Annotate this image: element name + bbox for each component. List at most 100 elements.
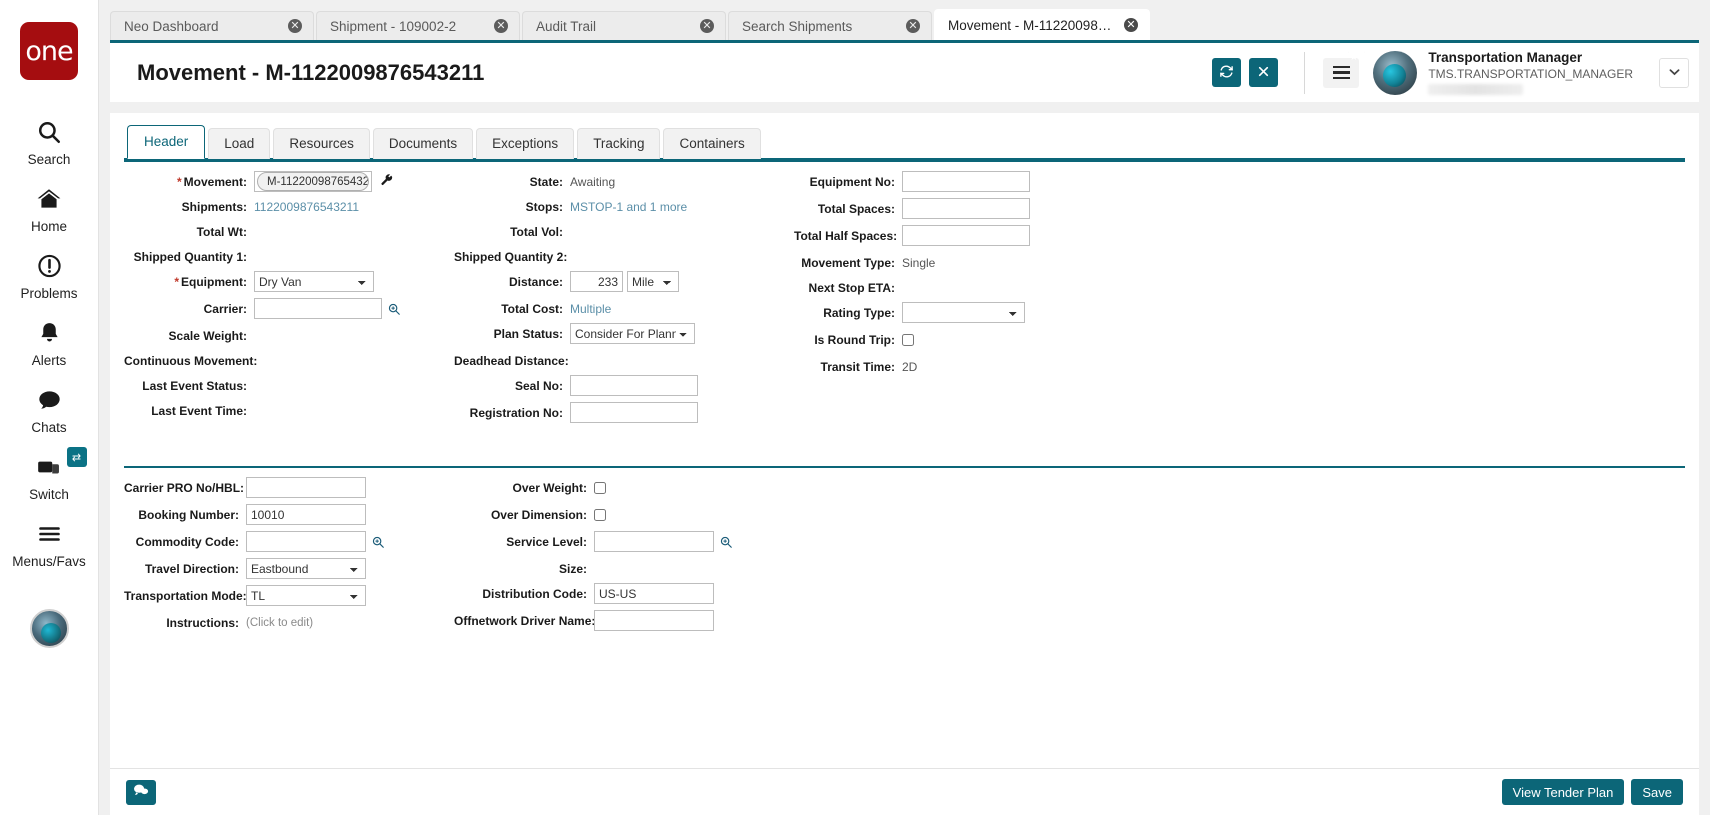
browser-tab-label: Shipment - 109002-2	[330, 19, 456, 34]
field-rating-type: Rating Type:	[794, 302, 1154, 323]
view-tender-plan-button[interactable]: View Tender Plan	[1502, 779, 1625, 805]
movement-pill: M-1122009876543211 (	[257, 172, 369, 191]
registration-no-input[interactable]	[570, 402, 698, 423]
sidebar-item-chats[interactable]: Chats	[0, 374, 99, 441]
service-level-input[interactable]	[594, 531, 714, 552]
field-label: Carrier PRO No/HBL:	[124, 481, 246, 495]
commodity-code-input[interactable]	[246, 531, 366, 552]
field-total-cost: Total Cost: Multiple	[454, 298, 794, 319]
magnify-icon[interactable]	[387, 302, 401, 316]
chat-button[interactable]	[126, 780, 156, 805]
stops-link[interactable]: MSTOP-1 and 1 more	[570, 200, 687, 214]
tab-containers[interactable]: Containers	[663, 128, 760, 159]
field-is-round-trip: Is Round Trip:	[794, 329, 1154, 350]
total-half-spaces-input[interactable]	[902, 225, 1030, 246]
sidebar-item-home[interactable]: Home	[0, 173, 99, 240]
instructions-edit-hint[interactable]: (Click to edit)	[246, 617, 313, 629]
field-label: Last Event Time:	[124, 404, 254, 418]
browser-tab-search-shipments[interactable]: Search Shipments ✕	[728, 11, 932, 40]
tab-resources[interactable]: Resources	[273, 128, 370, 159]
sidebar-item-menus-favs[interactable]: Menus/Favs	[0, 508, 99, 575]
field-label: Seal No:	[454, 379, 570, 393]
wrench-icon[interactable]	[380, 173, 394, 190]
browser-tab-movement[interactable]: Movement - M-11220098765432... ✕	[934, 9, 1150, 40]
field-label: Travel Direction:	[124, 562, 246, 576]
required-marker: *	[174, 275, 179, 289]
equipment-no-input[interactable]	[902, 171, 1030, 192]
field-service-level: Service Level:	[454, 531, 794, 552]
avatar[interactable]	[1373, 51, 1417, 95]
field-value: Single	[902, 256, 935, 270]
tab-tracking[interactable]: Tracking	[577, 128, 660, 159]
close-icon[interactable]: ✕	[700, 19, 714, 33]
over-weight-checkbox[interactable]	[594, 482, 606, 494]
shipments-link[interactable]: 1122009876543211	[254, 200, 359, 214]
form-column-left: *Movement: M-1122009876543211 (	[124, 171, 454, 427]
rating-type-select[interactable]	[902, 302, 1025, 323]
plan-status-select[interactable]: Consider For Plannin	[570, 323, 695, 344]
tab-documents[interactable]: Documents	[373, 128, 473, 159]
distance-unit-select[interactable]: Mile	[627, 271, 679, 292]
tab-header[interactable]: Header	[127, 125, 205, 159]
transportation-mode-select[interactable]: TL	[246, 585, 366, 606]
user-role: TMS.TRANSPORTATION_MANAGER	[1428, 67, 1633, 83]
sidebar-item-search[interactable]: Search	[0, 106, 99, 173]
chat-icon	[36, 383, 63, 417]
carrier-input[interactable]	[254, 298, 382, 319]
hamburger-bar	[1333, 77, 1350, 80]
save-button[interactable]: Save	[1631, 779, 1683, 805]
browser-tab-shipment[interactable]: Shipment - 109002-2 ✕	[316, 11, 520, 40]
field-movement: *Movement: M-1122009876543211 (	[124, 171, 454, 192]
distribution-code-input[interactable]	[594, 583, 714, 604]
seal-no-input[interactable]	[570, 375, 698, 396]
field-size: Size:	[454, 558, 794, 579]
field-value: Awaiting	[570, 175, 615, 189]
refresh-button[interactable]	[1212, 58, 1241, 87]
sidebar-item-alerts[interactable]: Alerts	[0, 307, 99, 374]
footer-toolbar: View Tender Plan Save	[110, 768, 1699, 815]
field-booking-number: Booking Number:	[124, 504, 454, 525]
hamburger-menu-button[interactable]: ★	[1323, 58, 1359, 88]
distance-input[interactable]	[570, 271, 623, 292]
close-icon[interactable]: ✕	[1124, 18, 1138, 32]
tab-load[interactable]: Load	[208, 128, 270, 159]
hamburger-menu-icon	[1333, 66, 1350, 69]
magnify-icon[interactable]	[719, 535, 733, 549]
form-area: *Movement: M-1122009876543211 (	[110, 160, 1699, 768]
travel-direction-select[interactable]: Eastbound	[246, 558, 366, 579]
total-cost-link[interactable]: Multiple	[570, 302, 611, 316]
user-menu-button[interactable]	[1659, 58, 1689, 88]
is-round-trip-checkbox[interactable]	[902, 334, 914, 346]
equipment-select[interactable]: Dry Van	[254, 271, 374, 292]
tab-exceptions[interactable]: Exceptions	[476, 128, 574, 159]
field-label: Size:	[454, 562, 594, 576]
movement-pill-box[interactable]: M-1122009876543211 (	[254, 171, 372, 192]
rail-avatar[interactable]	[30, 609, 69, 648]
field-label: Total Cost:	[454, 302, 570, 316]
required-marker: *	[177, 175, 182, 189]
field-transportation-mode: Transportation Mode: TL	[124, 585, 454, 606]
close-icon[interactable]: ✕	[494, 19, 508, 33]
sidebar-item-switch[interactable]: ⇄ Switch	[0, 441, 99, 508]
booking-number-input[interactable]	[246, 504, 366, 525]
browser-tab-audit-trail[interactable]: Audit Trail ✕	[522, 11, 726, 40]
field-label: Stops:	[454, 200, 570, 214]
carrier-pro-no-input[interactable]	[246, 477, 366, 498]
field-equipment-no: Equipment No:	[794, 171, 1154, 192]
offnetwork-driver-name-input[interactable]	[594, 610, 714, 631]
field-carrier: Carrier:	[124, 298, 454, 319]
total-spaces-input[interactable]	[902, 198, 1030, 219]
one-logo[interactable]: one	[20, 22, 78, 80]
browser-tab-neo-dashboard[interactable]: Neo Dashboard ✕	[110, 11, 314, 40]
over-dimension-checkbox[interactable]	[594, 509, 606, 521]
close-page-button[interactable]	[1249, 58, 1278, 87]
close-icon[interactable]: ✕	[906, 19, 920, 33]
field-distribution-code: Distribution Code:	[454, 583, 794, 604]
close-icon[interactable]: ✕	[288, 19, 302, 33]
tab-label: Resources	[289, 136, 354, 151]
user-info[interactable]: Transportation Manager TMS.TRANSPORTATIO…	[1428, 50, 1633, 95]
field-total-wt: Total Wt:	[124, 221, 454, 242]
magnify-icon[interactable]	[371, 535, 385, 549]
field-label: Over Dimension:	[454, 508, 594, 522]
sidebar-item-problems[interactable]: Problems	[0, 240, 99, 307]
